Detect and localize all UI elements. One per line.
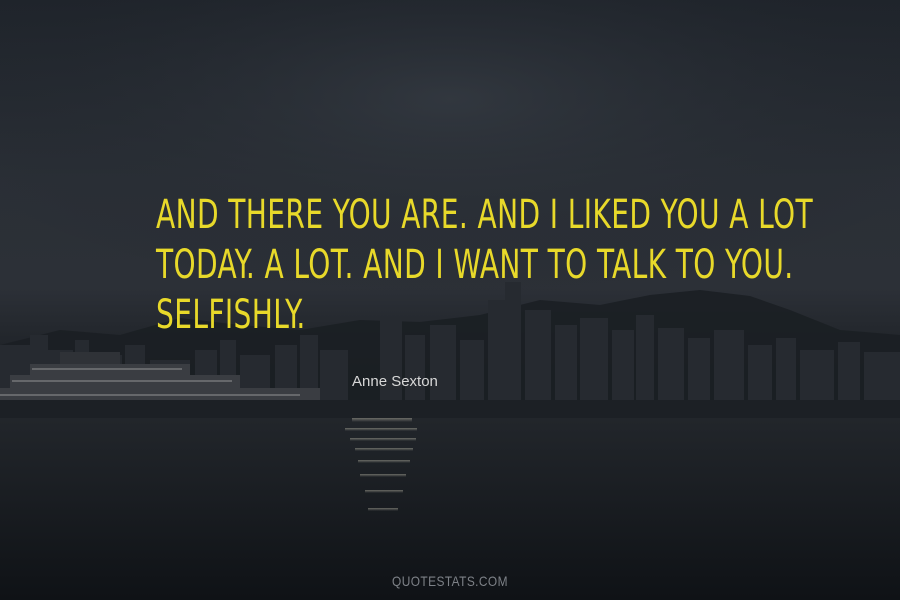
quote-author: Anne Sexton [352,373,438,390]
quote-card: And there you are. And I liked you a lot… [0,0,900,600]
site-watermark: QUOTESTATS.COM [392,573,508,589]
quote-line-1: And there you are. And I liked you a lot [156,192,814,238]
quote-line-3: Selfishly. [156,292,306,338]
quote-text: And there you are. And I liked you a lot… [156,190,814,340]
quote-line-2: today. A lot. And I want to talk to you. [156,242,794,288]
